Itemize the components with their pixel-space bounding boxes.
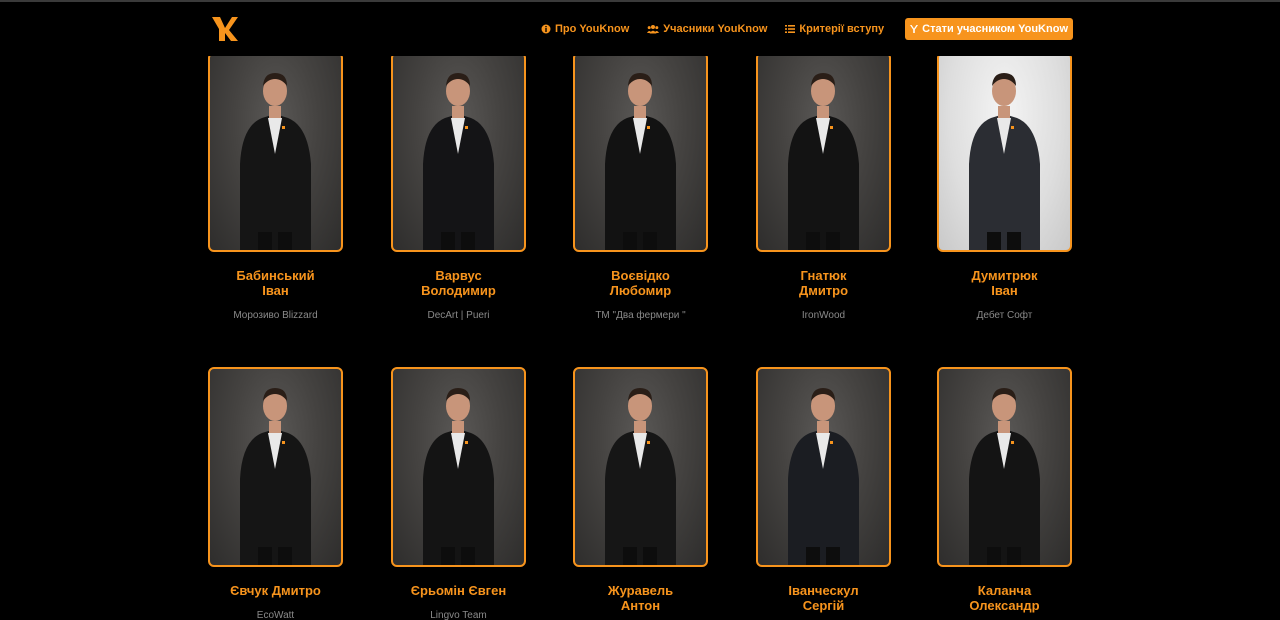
member-name-line2: Олександр <box>969 598 1040 613</box>
member-name-line1: Євчук Дмитро <box>230 583 321 598</box>
member-portrait <box>240 73 311 250</box>
member-name[interactable]: Євчук Дмитро <box>188 583 363 598</box>
list-icon <box>785 25 796 33</box>
member-name-line1: Гнатюк <box>800 268 847 283</box>
member-name-line2: Антон <box>620 598 661 613</box>
youknow-y-icon <box>910 25 919 33</box>
member-name[interactable]: Гнатюк Дмитро <box>736 268 911 298</box>
info-icon <box>541 24 551 34</box>
nav-about[interactable]: Про YouKnow <box>541 23 629 35</box>
member-photo[interactable] <box>391 367 526 567</box>
member-name-line1: Каланча <box>977 583 1032 598</box>
member-portrait <box>969 73 1040 250</box>
member-company: Морозиво Blizzard <box>233 310 318 321</box>
nav-criteria[interactable]: Критерії вступу <box>785 23 884 35</box>
member-photo[interactable] <box>756 367 891 567</box>
member-portrait <box>788 73 859 250</box>
member-company: IronWood <box>801 310 846 321</box>
member-name-line1: Іванческул <box>788 583 859 598</box>
become-member-button[interactable]: Стати учасником YouKnow <box>905 18 1073 40</box>
member-company: ТМ "Два фермери " <box>595 310 686 321</box>
member-name-line2: Володимир <box>421 283 496 298</box>
member-name[interactable]: Бабинський Іван <box>188 268 363 298</box>
member-photo[interactable] <box>391 52 526 252</box>
member-photo[interactable] <box>573 367 708 567</box>
member-name-line2: Любомир <box>609 283 672 298</box>
member-company: Дебет Софт <box>976 310 1033 321</box>
nav-criteria-label: Критерії вступу <box>799 23 885 35</box>
member-company: EcoWatt <box>256 610 295 620</box>
member-name-line2: Сергій <box>802 598 845 613</box>
member-photo[interactable] <box>937 52 1072 252</box>
member-company: Lingvo Team <box>430 610 487 620</box>
member-name-line1: Бабинський <box>236 268 315 283</box>
main-nav: Про YouKnow Учасники YouKnow Критерії вс… <box>523 18 1073 40</box>
member-name[interactable]: Каланча Олександр <box>917 583 1092 613</box>
member-name[interactable]: Журавель Антон <box>553 583 728 613</box>
site-header: Про YouKnow Учасники YouKnow Критерії вс… <box>0 2 1280 56</box>
member-photo[interactable] <box>756 52 891 252</box>
member-portrait <box>605 388 676 565</box>
member-photo[interactable] <box>937 367 1072 567</box>
member-name-line1: Воєвідко <box>611 268 670 283</box>
member-company: DecArt | Pueri <box>427 310 490 321</box>
member-portrait <box>788 388 859 565</box>
member-name[interactable]: Думитрюк Іван <box>917 268 1092 298</box>
member-name-line1: Думитрюк <box>971 268 1038 283</box>
youknow-logo[interactable] <box>210 14 240 44</box>
member-name[interactable]: Воєвідко Любомир <box>553 268 728 298</box>
nav-about-label: Про YouKnow <box>554 23 630 35</box>
member-name-line2: Іван <box>262 283 289 298</box>
users-icon <box>647 25 660 34</box>
member-name[interactable]: Єрьомін Євген <box>371 583 546 598</box>
nav-members-label: Учасники YouKnow <box>663 23 768 35</box>
member-name-line2: Іван <box>991 283 1018 298</box>
member-portrait <box>240 388 311 565</box>
member-name-line1: Журавель <box>607 583 674 598</box>
member-name[interactable]: Варвус Володимир <box>371 268 546 298</box>
member-portrait <box>605 73 676 250</box>
become-member-label: Стати учасником YouKnow <box>922 23 1068 35</box>
member-name-line1: Варвус <box>435 268 482 283</box>
member-photo[interactable] <box>573 52 708 252</box>
member-portrait <box>969 388 1040 565</box>
member-name-line2: Дмитро <box>798 283 849 298</box>
member-photo[interactable] <box>208 52 343 252</box>
member-portrait <box>423 388 494 565</box>
member-name[interactable]: Іванческул Сергій <box>736 583 911 613</box>
member-name-line1: Єрьомін Євген <box>410 583 507 598</box>
member-photo[interactable] <box>208 367 343 567</box>
member-portrait <box>423 73 494 250</box>
nav-members[interactable]: Учасники YouKnow <box>647 23 767 35</box>
